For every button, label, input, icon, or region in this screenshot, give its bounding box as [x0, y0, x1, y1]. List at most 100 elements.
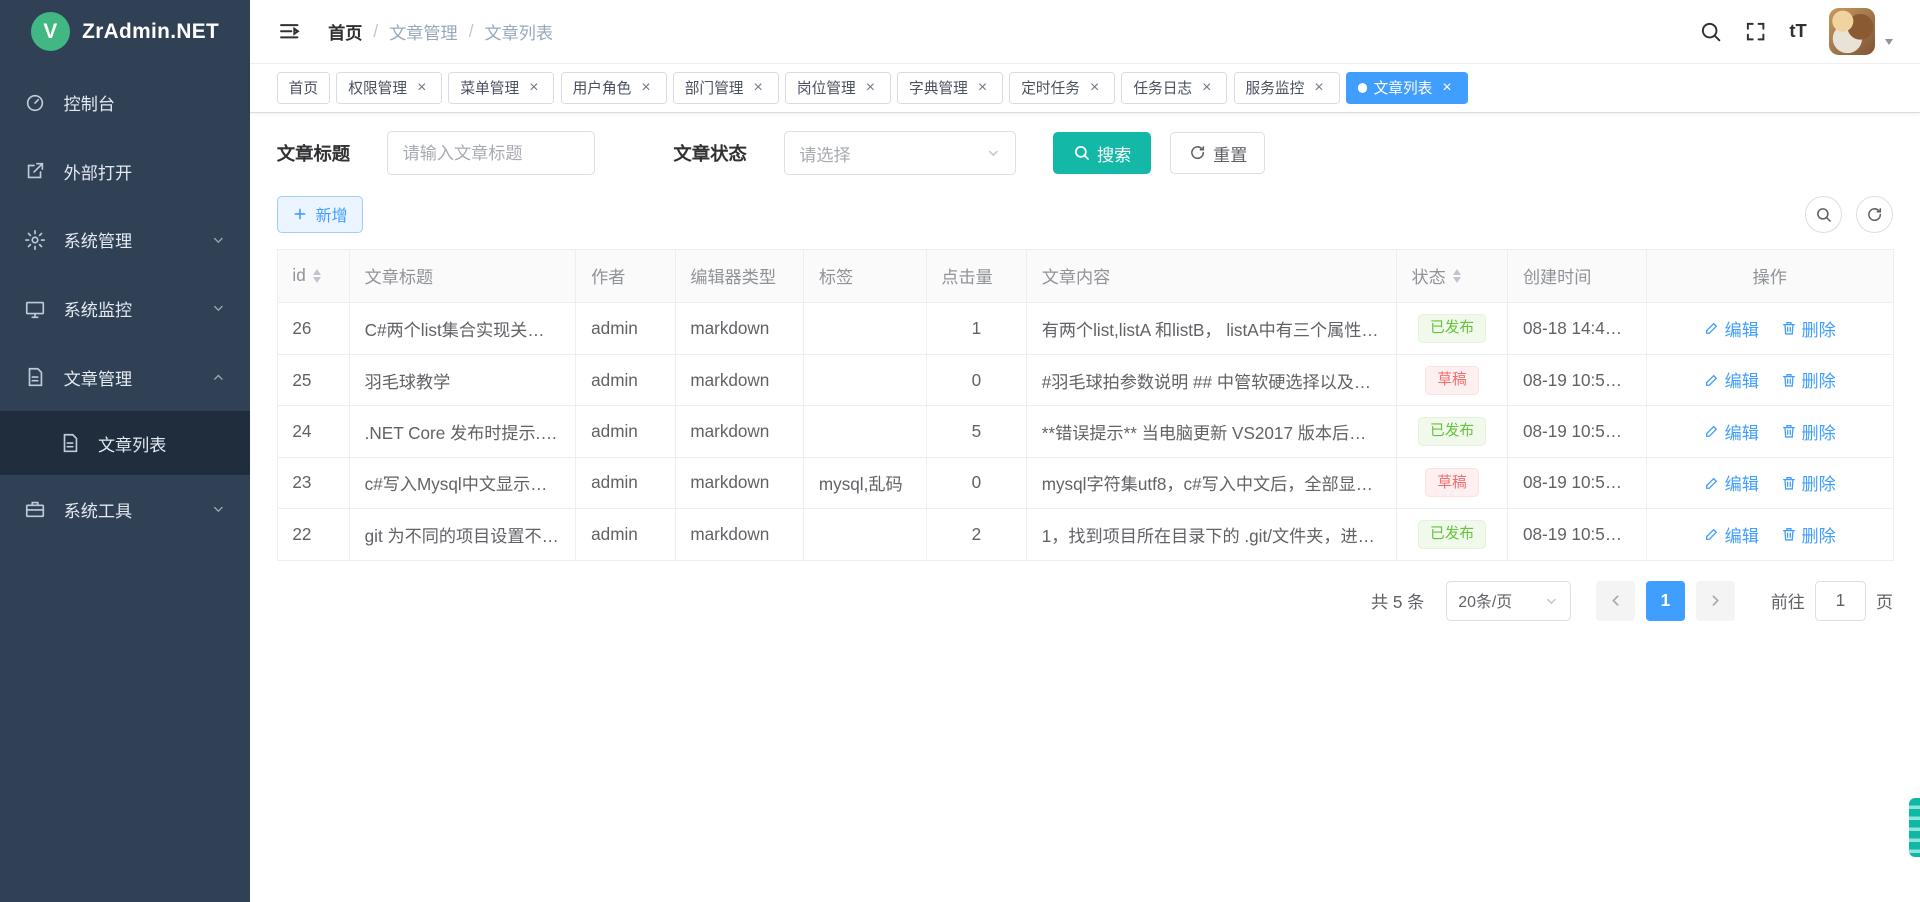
- delete-link[interactable]: 删除: [1781, 419, 1836, 444]
- tab-label: 字典管理: [909, 77, 968, 98]
- next-page-button[interactable]: [1696, 581, 1735, 620]
- close-icon[interactable]: ×: [862, 79, 879, 96]
- tab-menu-admin[interactable]: 菜单管理 ×: [448, 72, 554, 104]
- tab-permission[interactable]: 权限管理 ×: [336, 72, 442, 104]
- prev-page-button[interactable]: [1596, 581, 1635, 620]
- sort-icon[interactable]: [1453, 269, 1461, 283]
- status-badge: 已发布: [1418, 314, 1486, 343]
- scrollbar-thumb[interactable]: [1909, 798, 1920, 857]
- tab-label: 服务监控: [1246, 77, 1305, 98]
- cell-id: 26: [277, 303, 349, 354]
- edit-link[interactable]: 编辑: [1704, 419, 1759, 444]
- sidebar-item-external-open[interactable]: 外部打开: [0, 137, 250, 206]
- status-badge: 已发布: [1418, 520, 1486, 549]
- refresh-icon[interactable]: [1856, 196, 1893, 233]
- edit-link[interactable]: 编辑: [1704, 367, 1759, 392]
- cell-editor: markdown: [675, 509, 804, 560]
- tab-article-list[interactable]: 文章列表×: [1346, 72, 1468, 104]
- column-header-status[interactable]: 状态: [1396, 249, 1507, 303]
- delete-link[interactable]: 删除: [1781, 522, 1836, 547]
- delete-link[interactable]: 删除: [1781, 316, 1836, 341]
- close-icon[interactable]: ×: [1086, 79, 1103, 96]
- search-toggle-icon[interactable]: [1805, 196, 1842, 233]
- tab-label: 权限管理: [348, 77, 407, 98]
- tab-home[interactable]: 首页: [277, 72, 330, 104]
- tab-dept-admin[interactable]: 部门管理×: [673, 72, 779, 104]
- fullscreen-icon[interactable]: [1744, 20, 1767, 43]
- close-icon[interactable]: ×: [1198, 79, 1215, 96]
- column-label: 标签: [819, 263, 853, 288]
- tab-task-log[interactable]: 任务日志×: [1121, 72, 1227, 104]
- add-button[interactable]: 新增: [277, 196, 363, 233]
- cell-status: 草稿: [1396, 354, 1507, 405]
- chevron-down-icon: [211, 233, 226, 248]
- breadcrumb-article-list: 文章列表: [484, 19, 553, 44]
- edit-link[interactable]: 编辑: [1704, 316, 1759, 341]
- column-label: id: [292, 265, 305, 286]
- app-root: V ZrAdmin.NET 控制台 外部打开 系统管理 系统监控: [0, 0, 1920, 902]
- article-status-select[interactable]: 请选择: [784, 131, 1017, 175]
- close-icon[interactable]: ×: [974, 79, 991, 96]
- status-badge: 草稿: [1425, 366, 1478, 395]
- search-button[interactable]: 搜索: [1053, 132, 1151, 174]
- topbar-actions: tT: [1699, 8, 1893, 55]
- logo-letter: V: [43, 20, 57, 44]
- chevron-down-icon[interactable]: [1885, 39, 1893, 45]
- column-label: 状态: [1412, 263, 1446, 288]
- tab-user-role[interactable]: 用户角色×: [561, 72, 667, 104]
- cell-clicks: 0: [926, 457, 1026, 508]
- tab-post-admin[interactable]: 岗位管理×: [785, 72, 891, 104]
- close-icon[interactable]: ×: [637, 79, 654, 96]
- cell-actions: 编辑 删除: [1646, 303, 1893, 354]
- sidebar-item-system-monitor[interactable]: 系统监控: [0, 274, 250, 343]
- menu-collapse-icon[interactable]: [277, 19, 301, 43]
- close-icon[interactable]: ×: [1438, 79, 1455, 96]
- main-area: 首页 / 文章管理 / 文章列表 tT 首页 权限管理 × 菜单管理 × 用户角色×…: [250, 0, 1920, 902]
- topbar: 首页 / 文章管理 / 文章列表 tT: [250, 0, 1920, 64]
- sidebar-subitem-label: 文章列表: [98, 431, 167, 456]
- edit-link[interactable]: 编辑: [1704, 522, 1759, 547]
- article-title-input[interactable]: [387, 131, 595, 175]
- cell-editor: markdown: [675, 406, 804, 457]
- avatar[interactable]: [1829, 8, 1876, 55]
- tab-scheduled-task[interactable]: 定时任务×: [1009, 72, 1115, 104]
- cell-title: C#两个list集合实现关联，...: [349, 303, 576, 354]
- sidebar-item-label: 系统管理: [64, 227, 133, 252]
- tab-service-monitor[interactable]: 服务监控 ×: [1234, 72, 1340, 104]
- sidebar-item-label: 外部打开: [64, 159, 133, 184]
- cell-created: 08-19 10:51:27: [1508, 406, 1646, 457]
- cell-content: 有两个list,listA 和listB， listA中有三个属性列为St...: [1027, 303, 1397, 354]
- delete-label: 删除: [1802, 316, 1836, 341]
- tab-label: 菜单管理: [460, 77, 519, 98]
- sidebar-item-system-tools[interactable]: 系统工具: [0, 475, 250, 544]
- delete-label: 删除: [1802, 522, 1836, 547]
- close-icon[interactable]: ×: [413, 79, 430, 96]
- table-row: 22 git 为不同的项目设置不同... admin markdown 2 1，…: [277, 509, 1893, 560]
- edit-link[interactable]: 编辑: [1704, 470, 1759, 495]
- close-icon[interactable]: ×: [525, 79, 542, 96]
- page-size-select[interactable]: 20条/页: [1446, 581, 1571, 620]
- search-icon[interactable]: [1699, 20, 1722, 43]
- column-header-id[interactable]: id: [277, 249, 349, 303]
- tab-dict-admin[interactable]: 字典管理 ×: [897, 72, 1003, 104]
- breadcrumb-home[interactable]: 首页: [328, 19, 362, 44]
- cell-content: mysql字符集utf8，c#写入中文后，全部显示成? ...: [1027, 457, 1397, 508]
- column-header-content: 文章内容: [1027, 249, 1397, 303]
- breadcrumb-separator: /: [373, 21, 378, 42]
- sidebar-subitem-article-list[interactable]: 文章列表: [0, 411, 250, 475]
- close-icon[interactable]: ×: [1310, 79, 1327, 96]
- cell-status: 已发布: [1396, 303, 1507, 354]
- page-number-1[interactable]: 1: [1646, 581, 1685, 620]
- delete-link[interactable]: 删除: [1781, 470, 1836, 495]
- delete-link[interactable]: 删除: [1781, 367, 1836, 392]
- close-icon[interactable]: ×: [750, 79, 767, 96]
- sidebar-item-article-admin[interactable]: 文章管理: [0, 343, 250, 412]
- reset-button[interactable]: 重置: [1170, 132, 1265, 174]
- sort-icon[interactable]: [313, 269, 321, 283]
- goto-page-input[interactable]: [1815, 581, 1866, 620]
- cell-tags: mysql,乱码: [804, 457, 926, 508]
- article-title-label: 文章标题: [277, 140, 350, 166]
- sidebar-item-system-admin[interactable]: 系统管理: [0, 206, 250, 275]
- sidebar-item-dashboard[interactable]: 控制台: [0, 69, 250, 138]
- font-size-icon[interactable]: tT: [1789, 20, 1806, 42]
